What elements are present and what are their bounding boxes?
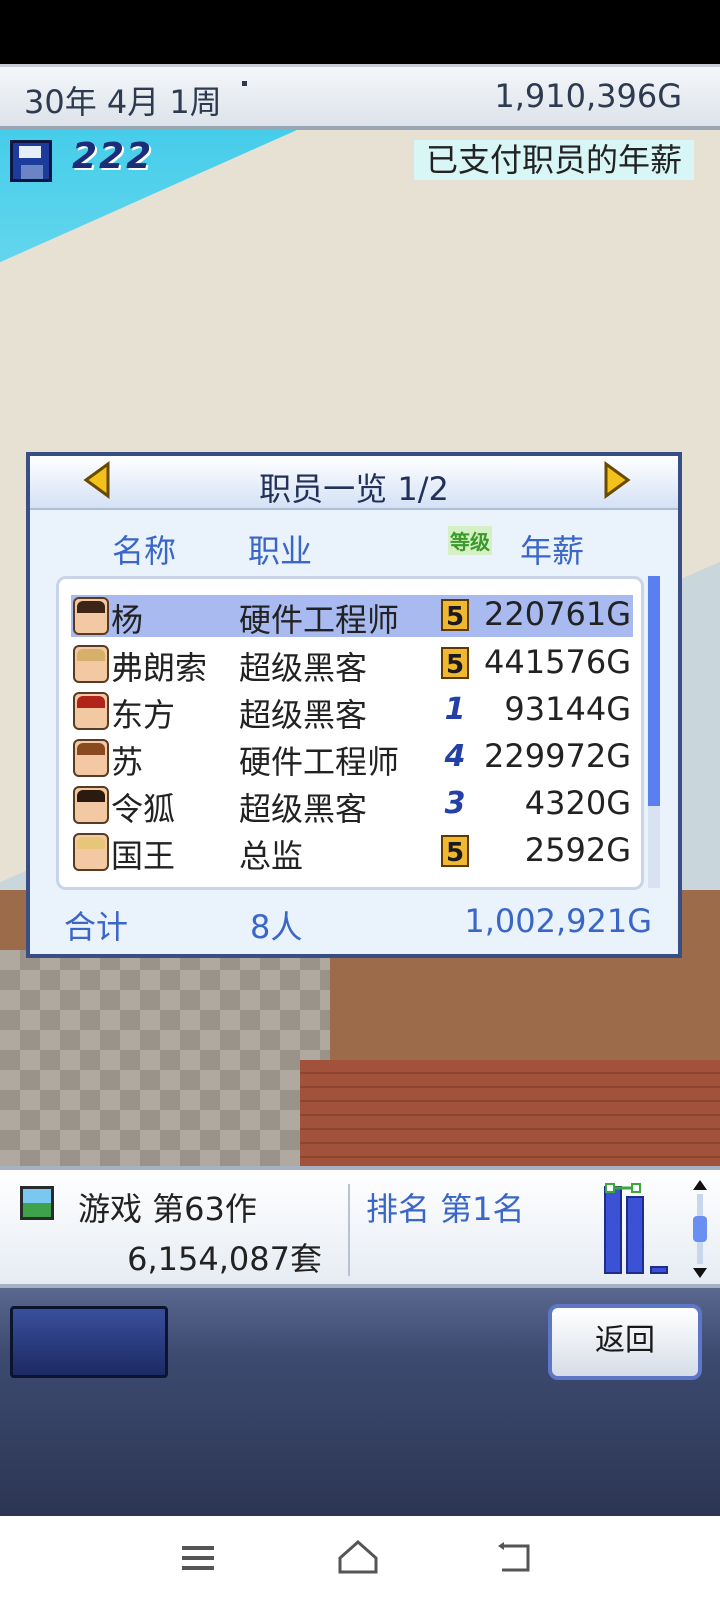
staff-job: 超级黑客 (239, 649, 368, 687)
staff-salary: 93144G (504, 690, 631, 728)
staff-salary: 2592G (524, 831, 631, 869)
control-bar: 返回 (0, 1288, 720, 1516)
next-page-arrow-icon[interactable] (596, 460, 636, 500)
level-badge: 5 (441, 647, 469, 680)
back-button[interactable]: 返回 (548, 1304, 702, 1380)
game-date: 30年 4月 1周 (24, 83, 222, 121)
staff-salary: 4320G (524, 784, 631, 822)
staff-salary: 229972G (484, 737, 631, 775)
staff-row[interactable]: 弗朗索 超级黑客 5 441576G (71, 643, 633, 687)
panel-scroll-track[interactable] (693, 1194, 707, 1264)
level-badge: 5 (441, 599, 469, 632)
staff-avatar (73, 786, 109, 824)
game-number: 游戏 第63作 (78, 1190, 257, 1228)
column-headers: 名称 职业 等级 年薪 (30, 526, 678, 570)
staff-salary: 220761G (484, 595, 631, 633)
sales-mini-chart (604, 1182, 676, 1278)
staff-job: 硬件工程师 (239, 601, 400, 639)
game-info-panel: 游戏 第63作 6,154,087套 排名 第1名 (0, 1166, 720, 1288)
chart-bar (604, 1186, 622, 1274)
staff-name: 令狐 (111, 790, 176, 828)
staff-row[interactable]: 东方 超级黑客 1 93144G (71, 690, 633, 734)
staff-name: 弗朗索 (111, 649, 208, 687)
menu-icon[interactable] (178, 1536, 222, 1580)
staff-row[interactable]: 苏 硬件工程师 4 229972G (71, 737, 633, 781)
game-icon (20, 1186, 54, 1220)
staff-job: 硬件工程师 (239, 743, 400, 781)
dialog-header: 职员一览 1/2 (30, 456, 678, 510)
staff-job: 超级黑客 (239, 790, 368, 828)
panel-scroll-thumb[interactable] (693, 1216, 707, 1242)
staff-count: 8人 (250, 908, 303, 946)
column-name: 名称 (112, 532, 177, 570)
level-badge: 3 (441, 788, 469, 820)
panel-divider (348, 1184, 350, 1276)
total-label: 合计 (64, 908, 129, 946)
staff-job: 超级黑客 (239, 696, 368, 734)
dialog-title: 职员一览 1/2 (259, 470, 449, 508)
left-slot-button[interactable] (10, 1306, 168, 1378)
staff-list[interactable]: 杨 硬件工程师 5 220761G 弗朗索 超级黑客 5 441576G 东方 … (56, 576, 644, 890)
floppy-disk-icon (10, 140, 52, 182)
staff-list-dialog: 职员一览 1/2 名称 职业 等级 年薪 杨 硬件工程师 5 220761G 弗… (26, 452, 682, 958)
staff-row[interactable]: 令狐 超级黑客 3 4320G (71, 784, 633, 828)
level-badge: 1 (441, 694, 469, 726)
staff-row[interactable]: 杨 硬件工程师 5 220761G (71, 595, 633, 639)
chart-bar (650, 1266, 668, 1274)
column-salary: 年薪 (520, 532, 585, 570)
list-scroll-thumb[interactable] (648, 576, 660, 806)
staff-avatar (73, 645, 109, 683)
ranking: 排名 第1名 (366, 1190, 525, 1228)
list-scrollbar[interactable] (648, 576, 660, 888)
staff-salary: 441576G (484, 643, 631, 681)
system-nav-bar (0, 1516, 720, 1600)
panel-scrollbar[interactable] (692, 1180, 708, 1280)
date-dot (242, 81, 247, 86)
total-salary: 1,002,921G (464, 902, 652, 940)
salary-paid-notice: 已支付职员的年薪 (413, 140, 694, 180)
staff-name: 东方 (111, 696, 176, 734)
staff-name: 国王 (111, 837, 176, 875)
staff-name: 苏 (111, 743, 144, 781)
save-count: 222 (72, 136, 154, 177)
level-badge: 4 (441, 741, 469, 773)
staff-avatar (73, 597, 109, 635)
staff-job: 总监 (239, 837, 304, 875)
back-nav-icon[interactable] (494, 1536, 538, 1580)
status-bar (0, 0, 720, 64)
chart-bar (626, 1196, 644, 1274)
home-icon[interactable] (336, 1536, 380, 1580)
column-level: 等级 (448, 526, 492, 555)
scroll-down-icon[interactable] (693, 1268, 707, 1278)
column-job: 职业 (248, 532, 313, 570)
staff-avatar (73, 739, 109, 777)
top-info-bar: 30年 4月 1周 1,910,396G (0, 64, 720, 130)
level-badge: 5 (441, 835, 469, 868)
chart-marker-icon (605, 1183, 641, 1193)
tiled-floor (0, 950, 330, 1190)
game-screen: 30年 4月 1周 1,910,396G 222 已支付职员的年薪 职员一览 1… (0, 0, 720, 1600)
sales-count: 6,154,087套 (127, 1240, 322, 1278)
staff-row[interactable]: 国王 总监 5 2592G (71, 831, 633, 875)
staff-name: 杨 (111, 601, 144, 639)
funds-amount: 1,910,396G (494, 77, 682, 115)
staff-avatar (73, 833, 109, 871)
staff-avatar (73, 692, 109, 730)
scroll-up-icon[interactable] (693, 1180, 707, 1190)
total-row: 合计 8人 1,002,921G (30, 902, 678, 946)
